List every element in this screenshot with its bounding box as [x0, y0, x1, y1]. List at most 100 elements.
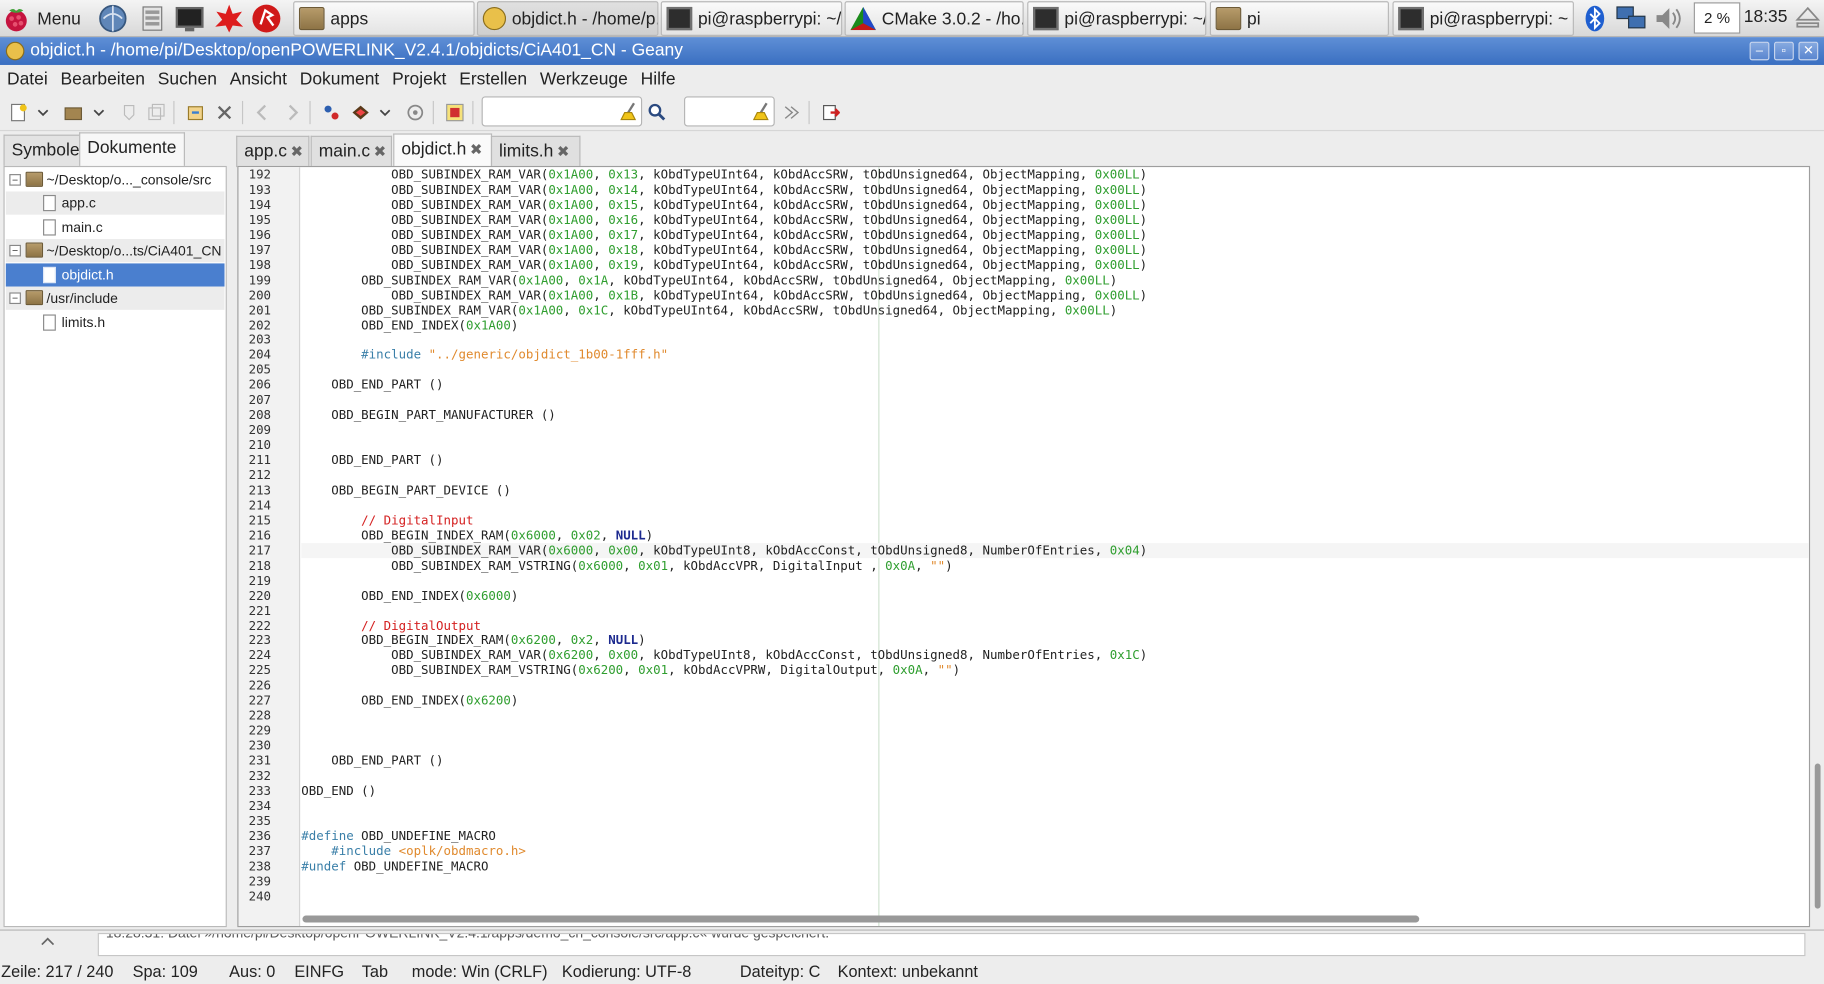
task-cmake[interactable]: CMake 3.0.2 - /ho... — [844, 1, 1024, 36]
chevron-down-icon[interactable] — [379, 103, 391, 122]
code-line[interactable]: OBD_SUBINDEX_RAM_VAR(0x6200, 0x00, kObdT… — [301, 648, 1809, 663]
collapse-icon[interactable]: − — [9, 244, 21, 257]
code-line[interactable]: OBD_END_INDEX(0x6000) — [301, 588, 1809, 603]
minimize-button[interactable]: ‒ — [1749, 41, 1770, 61]
code-line[interactable]: OBD_SUBINDEX_RAM_VSTRING(0x6000, 0x01, k… — [301, 558, 1809, 573]
task-apps[interactable]: apps — [293, 1, 475, 36]
menu-datei[interactable]: Datei — [7, 69, 48, 89]
menu-bearbeiten[interactable]: Bearbeiten — [61, 69, 145, 89]
search-input[interactable] — [481, 96, 643, 127]
menu-ansicht[interactable]: Ansicht — [230, 69, 287, 89]
tree-folder-usr-include[interactable]: − /usr/include — [5, 286, 225, 310]
code-line[interactable] — [301, 738, 1809, 753]
code-line[interactable]: OBD_BEGIN_PART_DEVICE () — [301, 483, 1809, 498]
scrollbar-thumb[interactable] — [1814, 763, 1821, 909]
close-tab-icon[interactable]: ✖ — [470, 140, 483, 157]
code-line[interactable]: #undef OBD_UNDEFINE_MACRO — [301, 858, 1809, 873]
task-terminal-3[interactable]: pi@raspberrypi: ~ — [1392, 1, 1574, 36]
code-line[interactable]: OBD_END () — [301, 783, 1809, 798]
wolfram-launcher-icon[interactable] — [251, 3, 281, 33]
tree-file-app-c[interactable]: app.c — [5, 191, 225, 215]
code-line[interactable]: OBD_SUBINDEX_RAM_VAR(0x1A00, 0x18, kObdT… — [301, 242, 1809, 257]
tree-folder-cia401[interactable]: − ~/Desktop/o...ts/CiA401_CN — [5, 239, 225, 263]
code-line[interactable]: OBD_END_PART () — [301, 753, 1809, 768]
window-title-bar[interactable]: objdict.h - /home/pi/Desktop/openPOWERLI… — [0, 37, 1824, 65]
chevron-down-icon[interactable] — [93, 103, 105, 122]
network-icon[interactable] — [1615, 5, 1650, 37]
code-line[interactable] — [301, 468, 1809, 483]
line-number-gutter[interactable]: 192 193 194 195 196 197 198 199 200 201 202 203 204 2… — [238, 167, 301, 926]
close-file-icon[interactable] — [215, 103, 234, 122]
code-line[interactable] — [301, 603, 1809, 618]
horizontal-scrollbar[interactable] — [302, 915, 1420, 923]
terminal-launcher-icon[interactable] — [174, 3, 204, 33]
code-line[interactable]: #define OBD_UNDEFINE_MACRO — [301, 828, 1809, 843]
tab-symbole[interactable]: Symbole — [3, 134, 88, 166]
volume-icon[interactable] — [1654, 5, 1687, 37]
code-line[interactable] — [301, 362, 1809, 377]
code-line[interactable]: OBD_SUBINDEX_RAM_VAR(0x1A00, 0x1C, kObdT… — [301, 302, 1809, 317]
tab-dokumente[interactable]: Dokumente — [79, 132, 185, 166]
save-all-icon[interactable] — [147, 103, 166, 122]
new-file-icon[interactable] — [9, 103, 28, 122]
menu-hilfe[interactable]: Hilfe — [641, 69, 676, 89]
code-line[interactable]: // DigitalInput — [301, 513, 1809, 528]
menu-dokument[interactable]: Dokument — [300, 69, 380, 89]
color-chooser-icon[interactable] — [446, 103, 465, 122]
start-menu-button[interactable]: Menu — [2, 2, 83, 34]
file-manager-launcher-icon[interactable] — [137, 3, 167, 33]
goto-line-input[interactable] — [684, 96, 775, 127]
chevron-down-icon[interactable] — [37, 103, 49, 122]
maximize-button[interactable]: ▫ — [1774, 41, 1794, 61]
code-line[interactable] — [301, 573, 1809, 588]
run-icon[interactable] — [406, 103, 425, 122]
code-line[interactable]: // DigitalOutput — [301, 618, 1809, 633]
task-terminal-1[interactable]: pi@raspberrypi: ~/... — [660, 1, 843, 36]
code-line[interactable]: OBD_SUBINDEX_RAM_VAR(0x1A00, 0x1A, kObdT… — [301, 272, 1809, 287]
collapse-icon[interactable]: − — [9, 174, 21, 186]
code-line[interactable]: OBD_BEGIN_PART_MANUFACTURER () — [301, 408, 1809, 423]
code-line[interactable]: OBD_BEGIN_INDEX_RAM(0x6000, 0x02, NULL) — [301, 528, 1809, 543]
code-line[interactable] — [301, 438, 1809, 453]
code-line[interactable] — [301, 393, 1809, 408]
search-icon[interactable] — [648, 103, 667, 122]
collapse-icon[interactable]: − — [9, 292, 21, 305]
clear-broom-icon[interactable] — [752, 102, 772, 125]
code-line[interactable]: OBD_END_INDEX(0x6200) — [301, 693, 1809, 708]
code-line[interactable]: OBD_END_PART () — [301, 377, 1809, 392]
tree-file-limits-h[interactable]: limits.h — [6, 311, 225, 334]
tree-file-objdict-h[interactable]: objdict.h — [5, 263, 225, 287]
code-line[interactable]: OBD_SUBINDEX_RAM_VAR(0x1A00, 0x14, kObdT… — [301, 182, 1809, 197]
menu-suchen[interactable]: Suchen — [158, 69, 217, 89]
code-line[interactable] — [301, 813, 1809, 828]
code-line[interactable]: OBD_BEGIN_INDEX_RAM(0x6200, 0x2, NULL) — [301, 633, 1809, 648]
build-icon[interactable] — [351, 103, 370, 122]
code-line[interactable]: OBD_SUBINDEX_RAM_VSTRING(0x6200, 0x01, k… — [301, 663, 1809, 678]
code-line[interactable]: OBD_SUBINDEX_RAM_VAR(0x1A00, 0x1B, kObdT… — [301, 287, 1809, 302]
tab-limits-h[interactable]: limits.h ✖ — [490, 135, 581, 168]
clock[interactable]: 18:35 — [1744, 7, 1788, 27]
vertical-scrollbar[interactable] — [1811, 166, 1824, 927]
close-tab-icon[interactable]: ✖ — [374, 143, 387, 160]
tab-main-c[interactable]: main.c ✖ — [310, 135, 393, 168]
code-line[interactable] — [301, 498, 1809, 513]
eject-icon[interactable] — [1795, 6, 1821, 34]
quit-icon[interactable] — [821, 103, 841, 122]
code-line[interactable] — [301, 888, 1809, 903]
code-line[interactable] — [301, 873, 1809, 888]
clear-broom-icon[interactable] — [620, 102, 639, 125]
code-line[interactable]: OBD_END_PART () — [301, 453, 1809, 468]
goto-line-icon[interactable] — [782, 103, 801, 122]
browser-launcher-icon[interactable] — [98, 3, 128, 33]
code-line[interactable]: OBD_SUBINDEX_RAM_VAR(0x1A00, 0x19, kObdT… — [301, 257, 1809, 272]
close-button[interactable]: ✕ — [1798, 41, 1819, 61]
menu-werkzeuge[interactable]: Werkzeuge — [540, 69, 628, 89]
tree-file-main-c[interactable]: main.c — [6, 216, 225, 239]
code-line[interactable] — [301, 708, 1809, 723]
menu-projekt[interactable]: Projekt — [392, 69, 446, 89]
close-tab-icon[interactable]: ✖ — [557, 143, 570, 160]
code-line[interactable] — [301, 798, 1809, 813]
code-line[interactable] — [301, 678, 1809, 693]
task-pi-folder[interactable]: pi — [1209, 1, 1389, 36]
compile-icon[interactable] — [322, 103, 341, 122]
